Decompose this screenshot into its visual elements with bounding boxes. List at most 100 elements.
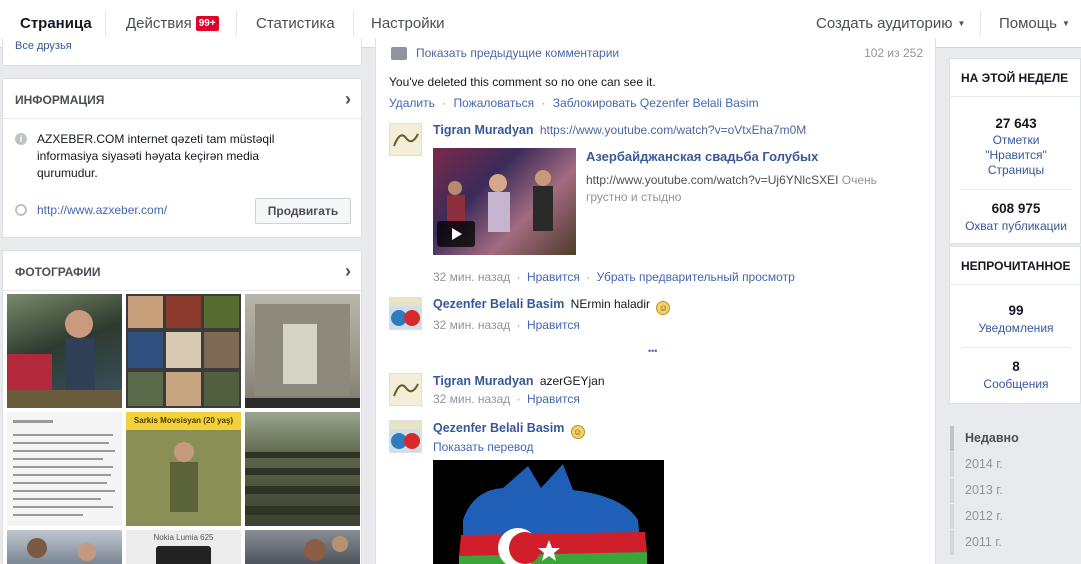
activity-badge: 99+	[195, 16, 219, 31]
photo-text-document	[13, 420, 115, 516]
comment-time[interactable]: 32 мин. назад	[433, 392, 510, 406]
avatar[interactable]	[389, 373, 422, 406]
video-thumbnail[interactable]	[433, 148, 576, 255]
comment-3-meta: 32 мин. назад · Нравится	[433, 392, 580, 406]
remove-preview-link[interactable]: Убрать предварительный просмотр	[597, 270, 795, 284]
like-link[interactable]: Нравится	[527, 270, 580, 284]
photo-thumbnail[interactable]: Nokia Lumia 625	[126, 530, 241, 564]
nav-divider	[105, 10, 106, 36]
link-preview-title[interactable]: Азербайджанская свадьба Голубых	[586, 149, 818, 164]
block-user-link[interactable]: Заблокировать Qezenfer Belali Basim	[553, 96, 759, 110]
tab-activity[interactable]: Действия 99+	[126, 15, 219, 32]
more-comments-ellipsis[interactable]: •••	[648, 346, 657, 356]
friends-card-fragment: Все друзья	[2, 38, 362, 66]
like-link[interactable]: Нравится	[527, 318, 580, 332]
timeline-year-2012[interactable]: 2012 г.	[950, 504, 1081, 529]
likes-label-2[interactable]: "Нравится"	[950, 148, 1081, 163]
help-menu[interactable]: Помощь ▼	[999, 15, 1070, 32]
likes-label-1[interactable]: Отметки	[950, 133, 1081, 148]
avatar-image	[393, 133, 419, 147]
comment-link[interactable]: https://www.youtube.com/watch?v=oVtxEha7…	[540, 123, 806, 137]
photo-army-ranks	[245, 452, 360, 515]
messages-label[interactable]: Сообщения	[950, 377, 1081, 392]
promote-button[interactable]: Продвигать	[255, 198, 351, 224]
notifications-count[interactable]: 99	[950, 303, 1081, 318]
photos-card-header[interactable]: ФОТОГРАФИИ ›	[3, 251, 361, 291]
comments-feed: Показать предыдущие комментарии 102 из 2…	[375, 38, 936, 564]
link-preview-url[interactable]: http://www.youtube.com/watch?v=Uj6YNlcSX…	[586, 173, 838, 187]
tab-page[interactable]: Страница	[20, 15, 92, 32]
comment-author[interactable]: Tigran Muradyan	[433, 374, 533, 388]
unread-title: НЕПРОЧИТАННОЕ	[950, 247, 1080, 285]
show-translation-link[interactable]: Показать перевод	[433, 440, 534, 454]
unread-card: НЕПРОЧИТАННОЕ 99 Уведомления 8 Сообщения	[949, 246, 1081, 404]
comment-4-line: Qezenfer Belali Basim ☺	[433, 421, 585, 439]
about-text: AZXEBER.COM internet qəzeti tam müstəqil…	[37, 132, 275, 180]
all-friends-link[interactable]: Все друзья	[15, 40, 72, 52]
timeline-recent[interactable]: Недавно	[950, 426, 1081, 451]
caret-down-icon: ▼	[957, 19, 966, 28]
report-link[interactable]: Пожаловаться	[454, 96, 535, 110]
avatar[interactable]	[389, 123, 422, 156]
nav-divider	[353, 10, 354, 36]
photo-thumbnail[interactable]	[245, 294, 360, 408]
comment-image-flag-cat[interactable]	[433, 460, 664, 564]
info-title: ИНФОРМАЦИЯ	[15, 93, 105, 107]
divider	[962, 347, 1070, 348]
photo-thumbnail[interactable]	[7, 294, 122, 408]
photo-man-flowers	[7, 310, 122, 408]
create-audience-menu[interactable]: Создать аудиторию ▼	[816, 15, 965, 32]
photo-thumbnail[interactable]	[126, 294, 241, 408]
likes-label-3[interactable]: Страницы	[950, 163, 1081, 178]
photo-collage	[128, 296, 239, 406]
reach-label[interactable]: Охват публикации	[950, 219, 1081, 234]
comment-2-meta: 32 мин. назад · Нравится	[433, 318, 580, 332]
tab-statistics[interactable]: Статистика	[256, 15, 335, 32]
photo-thumbnail[interactable]	[245, 412, 360, 526]
divider	[962, 189, 1070, 190]
photo-thumbnail[interactable]	[7, 412, 122, 526]
likes-count[interactable]: 27 643	[950, 116, 1081, 131]
like-link[interactable]: Нравится	[527, 392, 580, 406]
comment-author[interactable]: Tigran Muradyan	[433, 123, 533, 137]
timeline-year-2013[interactable]: 2013 г.	[950, 478, 1081, 503]
messages-count[interactable]: 8	[950, 359, 1081, 374]
nav-divider	[980, 10, 981, 36]
photos-card: ФОТОГРАФИИ › Sarkis Movsisyan (20 yaş) N…	[2, 250, 362, 564]
tab-settings[interactable]: Настройки	[371, 15, 445, 32]
info-card-header[interactable]: ИНФОРМАЦИЯ ›	[3, 79, 361, 119]
deleted-comment-notice: You've deleted this comment so no one ca…	[389, 75, 656, 89]
comment-time[interactable]: 32 мин. назад	[433, 270, 510, 284]
website-link[interactable]: http://www.azxeber.com/	[37, 203, 167, 217]
photo-thumbnail[interactable]	[7, 530, 122, 564]
avatar[interactable]	[389, 420, 422, 453]
comment-time[interactable]: 32 мин. назад	[433, 318, 510, 332]
notifications-label[interactable]: Уведомления	[950, 321, 1081, 336]
play-button[interactable]	[437, 221, 475, 247]
link-preview-description: http://www.youtube.com/watch?v=Uj6YNlcSX…	[586, 172, 916, 206]
show-previous-comments-link[interactable]: Показать предыдущие комментарии	[416, 46, 619, 60]
comment-author[interactable]: Qezenfer Belali Basim	[433, 297, 564, 311]
avatar[interactable]	[389, 297, 422, 330]
info-card: ИНФОРМАЦИЯ › i AZXEBER.COM internet qəze…	[2, 78, 362, 238]
timeline-year-2011[interactable]: 2011 г.	[950, 530, 1081, 555]
comment-3-line: Tigran Muradyan azerGEYjan	[433, 374, 605, 388]
comment-text: azerGEYjan	[539, 374, 605, 388]
reach-count[interactable]: 608 975	[950, 201, 1081, 216]
link-preview-desc-b: грустно и стыдно	[586, 190, 682, 204]
comment-bubble-icon	[391, 47, 407, 60]
info-icon: i	[15, 133, 27, 145]
photo-thumbnail[interactable]	[245, 530, 360, 564]
comment-1-meta: 32 мин. назад · Нравится · Убрать предва…	[433, 270, 795, 284]
about-row: i AZXEBER.COM internet qəzeti tam müstəq…	[15, 131, 305, 182]
comment-author[interactable]: Qezenfer Belali Basim	[433, 421, 564, 435]
play-icon	[452, 228, 462, 240]
delete-link[interactable]: Удалить	[389, 96, 435, 110]
avatar-image	[393, 383, 419, 397]
chevron-right-icon: ›	[345, 261, 351, 281]
timeline-year-2014[interactable]: 2014 г.	[950, 452, 1081, 477]
globe-icon	[15, 204, 27, 216]
link-preview-desc-a: Очень	[841, 173, 877, 187]
photo-ruined-wall	[245, 304, 360, 408]
photo-thumbnail[interactable]: Sarkis Movsisyan (20 yaş)	[126, 412, 241, 526]
